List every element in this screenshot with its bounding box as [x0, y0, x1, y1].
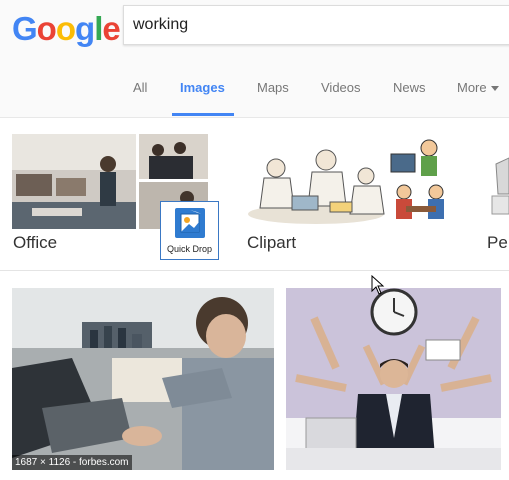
- related-card-clipart[interactable]: [246, 134, 451, 229]
- logo-letter: e: [102, 10, 120, 47]
- search-input[interactable]: [133, 16, 493, 34]
- image-dimensions-source: 1687 × 1126 - forbes.com: [12, 455, 132, 470]
- tab-videos[interactable]: Videos: [321, 80, 361, 95]
- tab-news[interactable]: News: [393, 80, 426, 95]
- tab-all[interactable]: All: [133, 80, 147, 95]
- related-searches: Office Clipart Pe: [0, 118, 509, 268]
- tab-maps[interactable]: Maps: [257, 80, 289, 95]
- partial-thumbnail: [486, 134, 509, 229]
- image-result-2[interactable]: [286, 288, 501, 470]
- logo-letter: G: [12, 10, 38, 47]
- tab-images[interactable]: Images: [180, 80, 225, 95]
- related-label-partial[interactable]: Pe: [487, 233, 509, 253]
- quick-drop-button[interactable]: Quick Drop: [160, 201, 219, 260]
- section-divider: [0, 270, 509, 271]
- search-box[interactable]: [123, 5, 509, 45]
- logo-letter: g: [75, 10, 95, 47]
- search-tabs: All Images Maps Videos News More: [0, 74, 509, 116]
- mouse-cursor-icon: [371, 275, 385, 295]
- tab-more[interactable]: More: [457, 80, 499, 95]
- image-result-thumbnail: [286, 288, 501, 470]
- google-logo[interactable]: Google: [12, 10, 121, 47]
- image-result-1[interactable]: 1687 × 1126 - forbes.com: [12, 288, 274, 470]
- active-tab-indicator: [172, 113, 234, 116]
- related-card-partial[interactable]: [486, 134, 509, 229]
- tab-more-label: More: [457, 80, 487, 95]
- related-label-clipart[interactable]: Clipart: [247, 233, 296, 253]
- logo-letter: o: [55, 10, 76, 47]
- clipart-thumbnail: [246, 134, 451, 229]
- quick-drop-label: Quick Drop: [166, 244, 212, 254]
- image-result-thumbnail: [12, 288, 274, 470]
- header-bar: Google All Images Maps Videos News More: [0, 0, 509, 118]
- logo-letter: l: [94, 10, 103, 47]
- logo-letter: o: [36, 10, 57, 47]
- chevron-down-icon: [490, 86, 499, 92]
- related-label-office[interactable]: Office: [13, 233, 57, 253]
- quick-drop-icon: [175, 208, 205, 238]
